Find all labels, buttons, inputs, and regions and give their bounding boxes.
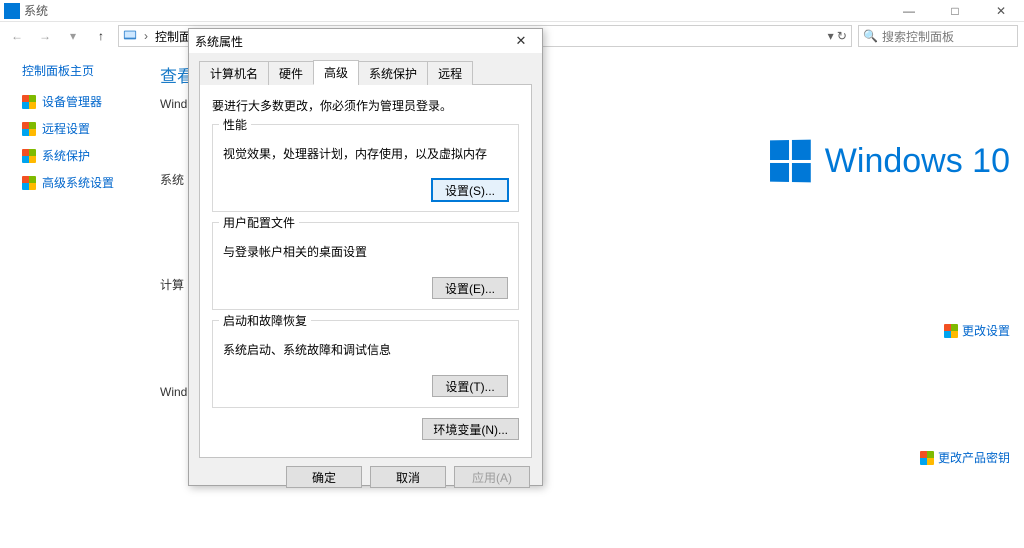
control-panel-home-link[interactable]: 控制面板主页 <box>22 62 150 79</box>
sidebar-item-label: 设备管理器 <box>42 93 102 110</box>
tab-remote[interactable]: 远程 <box>427 61 473 85</box>
control-panel-icon <box>123 28 137 45</box>
window-titlebar: 系统 — □ ✕ <box>0 0 1024 22</box>
minimize-button[interactable]: — <box>886 0 932 22</box>
group-user-profiles-title: 用户配置文件 <box>219 214 299 231</box>
search-icon: 🔍 <box>863 29 878 43</box>
startup-recovery-settings-button[interactable]: 设置(T)... <box>432 375 508 397</box>
dialog-close-button[interactable]: ✕ <box>506 33 536 49</box>
back-button[interactable]: ← <box>6 25 28 47</box>
shield-icon <box>22 95 36 109</box>
sidebar: 控制面板主页 设备管理器 远程设置 系统保护 高级系统设置 另请参阅 安全性与维… <box>0 50 160 548</box>
change-settings-link[interactable]: 更改设置 <box>769 322 1010 339</box>
apply-button[interactable]: 应用(A) <box>454 466 530 488</box>
sidebar-item-device-manager[interactable]: 设备管理器 <box>22 93 150 110</box>
maximize-button[interactable]: □ <box>932 0 978 22</box>
admin-note: 要进行大多数更改，你必须作为管理员登录。 <box>212 97 519 114</box>
system-properties-dialog: 系统属性 ✕ 计算机名 硬件 高级 系统保护 远程 要进行大多数更改，你必须作为… <box>188 28 543 486</box>
shield-icon <box>22 149 36 163</box>
window-title: 系统 <box>24 2 886 19</box>
search-placeholder: 搜索控制面板 <box>882 28 954 45</box>
change-product-key-link[interactable]: 更改产品密钥 <box>769 449 1010 466</box>
up-button[interactable]: ↑ <box>90 25 112 47</box>
group-performance-title: 性能 <box>219 116 251 133</box>
environment-variables-button[interactable]: 环境变量(N)... <box>422 418 519 440</box>
sidebar-item-label: 远程设置 <box>42 120 90 137</box>
dialog-tab-body: 要进行大多数更改，你必须作为管理员登录。 性能 视觉效果，处理器计划，内存使用，… <box>199 85 532 458</box>
change-product-key-label: 更改产品密钥 <box>938 449 1010 466</box>
sidebar-item-label: 高级系统设置 <box>42 174 114 191</box>
change-settings-label: 更改设置 <box>962 322 1010 339</box>
cancel-button[interactable]: 取消 <box>370 466 446 488</box>
shield-icon <box>22 122 36 136</box>
group-user-profiles: 用户配置文件 与登录帐户相关的桌面设置 设置(E)... <box>212 222 519 310</box>
app-icon <box>4 3 20 19</box>
windows-logo-text: Windows 10 <box>825 142 1010 181</box>
dialog-footer: 确定 取消 应用(A) <box>189 466 542 498</box>
user-profiles-settings-button[interactable]: 设置(E)... <box>432 277 508 299</box>
address-dropdown-icon[interactable]: ▾ ↻ <box>828 29 847 43</box>
tab-system-protection[interactable]: 系统保护 <box>358 61 428 85</box>
group-startup-recovery-title: 启动和故障恢复 <box>219 312 311 329</box>
performance-settings-button[interactable]: 设置(S)... <box>432 179 508 201</box>
group-performance: 性能 视觉效果，处理器计划，内存使用，以及虚拟内存 设置(S)... <box>212 124 519 212</box>
tab-advanced[interactable]: 高级 <box>313 60 359 85</box>
group-startup-recovery: 启动和故障恢复 系统启动、系统故障和调试信息 设置(T)... <box>212 320 519 408</box>
sidebar-item-advanced-system-settings[interactable]: 高级系统设置 <box>22 174 150 191</box>
recent-locations-button[interactable]: ▾ <box>62 25 84 47</box>
breadcrumb-sep: › <box>144 29 148 43</box>
sidebar-item-system-protection[interactable]: 系统保护 <box>22 147 150 164</box>
dialog-tabstrip: 计算机名 硬件 高级 系统保护 远程 <box>199 59 532 85</box>
windows-logo-icon <box>770 140 811 183</box>
tab-hardware[interactable]: 硬件 <box>268 61 314 85</box>
group-performance-desc: 视觉效果，处理器计划，内存使用，以及虚拟内存 <box>223 145 508 162</box>
dialog-titlebar[interactable]: 系统属性 ✕ <box>189 29 542 53</box>
shield-icon <box>22 176 36 190</box>
dialog-title: 系统属性 <box>195 33 506 50</box>
close-button[interactable]: ✕ <box>978 0 1024 22</box>
shield-icon <box>944 324 958 338</box>
group-user-profiles-desc: 与登录帐户相关的桌面设置 <box>223 243 508 260</box>
ok-button[interactable]: 确定 <box>286 466 362 488</box>
tab-computer-name[interactable]: 计算机名 <box>199 61 269 85</box>
group-startup-recovery-desc: 系统启动、系统故障和调试信息 <box>223 341 508 358</box>
search-box[interactable]: 🔍 搜索控制面板 <box>858 25 1018 47</box>
shield-icon <box>920 451 934 465</box>
windows-logo: Windows 10 <box>769 140 1010 182</box>
sidebar-item-label: 系统保护 <box>42 147 90 164</box>
sidebar-item-remote-settings[interactable]: 远程设置 <box>22 120 150 137</box>
forward-button[interactable]: → <box>34 25 56 47</box>
